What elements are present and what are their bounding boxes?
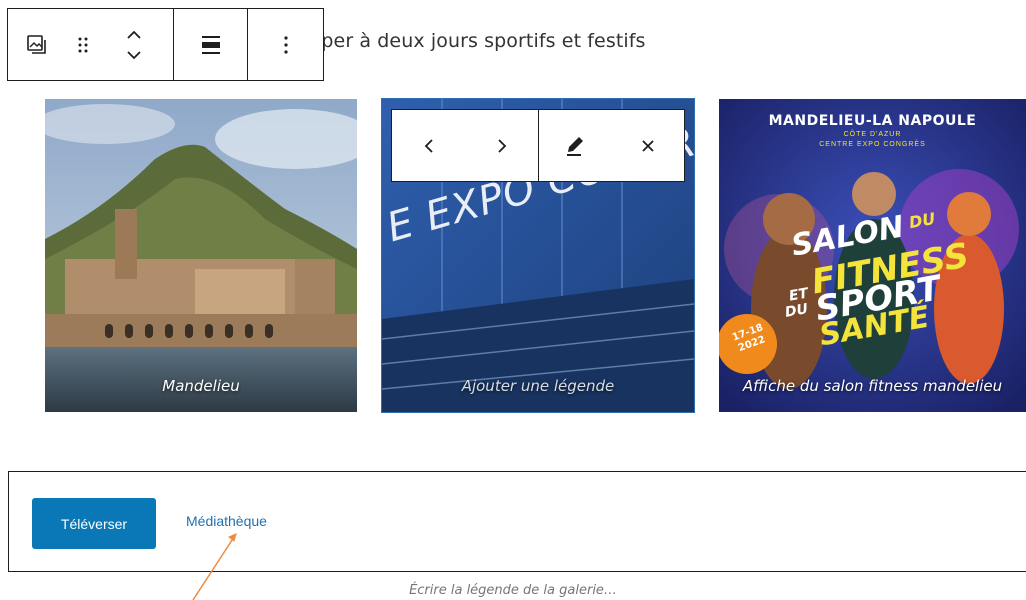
image-toolbar [391, 109, 685, 182]
paragraph-text: iper à deux jours sportifs et festifs [316, 30, 646, 52]
image-caption[interactable]: Mandelieu [45, 372, 357, 400]
close-icon[interactable] [618, 110, 678, 181]
more-options-icon[interactable] [256, 9, 316, 80]
castle-photo [45, 99, 357, 412]
image-caption[interactable]: Affiche du salon fitness mandelieu [719, 372, 1026, 400]
align-icon[interactable] [174, 9, 247, 80]
image-caption-placeholder[interactable]: Ajouter une légende [382, 372, 694, 400]
poster-title: MANDELIEU-LA NAPOULE [768, 113, 977, 129]
gallery-caption-input[interactable]: Écrire la légende de la galerie… [0, 583, 1026, 598]
gallery-icon[interactable] [14, 9, 60, 80]
media-library-link[interactable]: Médiathèque [186, 513, 267, 529]
image-toolbar-navigation [392, 110, 539, 181]
block-toolbar-group-more [248, 9, 323, 80]
chevron-right-icon[interactable] [472, 110, 532, 181]
poster-subtitle-2: CENTRE EXPO CONGRÈS [819, 141, 926, 148]
edit-pencil-icon[interactable] [545, 110, 605, 181]
gallery-upload-area: Téléverser Médiathèque [8, 471, 1026, 572]
gallery-image-mandelieu[interactable]: Mandelieu [45, 99, 357, 412]
drag-handle-icon[interactable] [60, 9, 106, 80]
move-up-down-icon[interactable] [106, 9, 162, 80]
upload-button[interactable]: Téléverser [32, 498, 156, 549]
poster-subtitle-1: CÔTE D'AZUR [843, 131, 902, 138]
chevron-left-icon[interactable] [399, 110, 459, 181]
block-toolbar-group-main [8, 9, 174, 80]
gallery-image-poster[interactable]: MANDELIEU-LA NAPOULE CÔTE D'AZUR CENTRE … [719, 99, 1026, 412]
block-toolbar-group-align [174, 9, 248, 80]
image-toolbar-actions [539, 110, 684, 181]
block-toolbar [7, 8, 324, 81]
